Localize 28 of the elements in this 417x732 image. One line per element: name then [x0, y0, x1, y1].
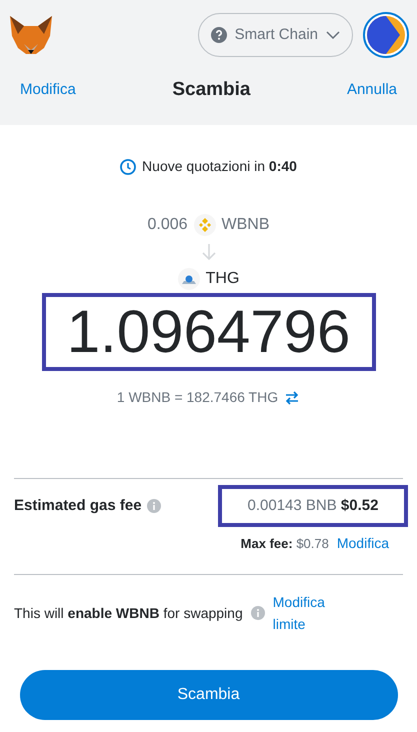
cancel-link[interactable]: Annulla [346, 79, 397, 102]
edit-link[interactable]: Modifica [20, 79, 76, 102]
quote-timer-text: Nuove quotazioni in 0:40 [142, 157, 297, 176]
info-icon [146, 499, 161, 513]
chevron-down-icon [326, 31, 340, 39]
page-title: Scambia [172, 78, 250, 102]
edit-limit-link[interactable]: Modifica limite [272, 591, 353, 635]
swap-button[interactable]: Scambia [20, 670, 398, 720]
coin-icon [194, 214, 216, 236]
approval-text: This will enable WBNB for swapping [14, 604, 243, 623]
edit-gas-link[interactable]: Modifica [336, 533, 389, 554]
network-selector[interactable]: Smart Chain [198, 13, 353, 57]
arrow-down-icon [202, 243, 216, 261]
gas-fee-value: 0.00143 BNB $0.52 [218, 485, 408, 527]
info-icon [250, 606, 265, 620]
gas-fee-label: Estimated gas fee [14, 496, 142, 516]
received-amount: 1.0964796 [42, 293, 376, 371]
max-fee-text: Max fee: $0.78 [240, 534, 329, 553]
account-avatar-icon[interactable] [363, 12, 409, 58]
clock-icon [120, 158, 136, 174]
swap-arrows-icon[interactable] [284, 390, 300, 404]
token-icon [178, 268, 200, 290]
from-amount: 0.006 [147, 215, 188, 235]
question-icon [210, 27, 227, 43]
from-token: WBNB [222, 215, 270, 235]
fox-logo-icon[interactable] [8, 14, 54, 56]
exchange-rate: 1 WBNB = 182.7466 THG [116, 388, 278, 407]
to-token: THG [206, 269, 240, 289]
